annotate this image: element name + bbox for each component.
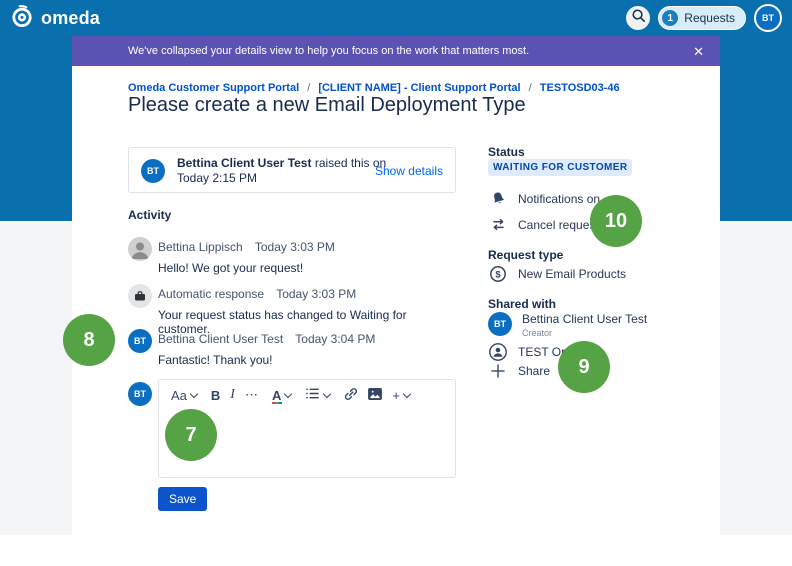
comment-author: Bettina Lippisch (158, 240, 243, 254)
comment-meta: Bettina Lippisch Today 3:03 PM (158, 237, 456, 254)
activity-heading: Activity (128, 208, 171, 222)
request-type-value: New Email Products (518, 267, 626, 281)
requests-button[interactable]: 1 Requests (658, 6, 746, 30)
request-type-row: $ New Email Products (488, 265, 626, 283)
insert-image-button[interactable] (368, 388, 382, 403)
insert-more-button[interactable]: + (392, 388, 410, 403)
close-icon[interactable]: ✕ (693, 45, 704, 58)
comment-item: Bettina Lippisch Today 3:03 PM Hello! We… (128, 237, 456, 275)
comment-item: BT Bettina Client User Test Today 3:04 P… (128, 329, 456, 367)
breadcrumb-client-portal-link[interactable]: [CLIENT NAME] - Client Support Portal (318, 82, 520, 94)
breadcrumb-separator: / (307, 82, 310, 94)
comment-meta: Automatic response Today 3:03 PM (158, 284, 456, 301)
comment-author: Automatic response (158, 287, 264, 301)
chevron-down-icon (190, 390, 198, 398)
breadcrumb-separator: / (529, 82, 532, 94)
status-badge: WAITING FOR CUSTOMER (488, 159, 632, 176)
comment-meta: Bettina Client User Test Today 3:04 PM (158, 329, 456, 346)
page: omeda 1 Requests BT We've collapsed your… (0, 0, 792, 566)
comment-body: Hello! We got your request! (158, 261, 456, 275)
reporter-name: Bettina Client User Test (177, 156, 311, 170)
bell-icon (488, 191, 508, 206)
topbar-actions: 1 Requests BT (626, 4, 782, 32)
show-details-link[interactable]: Show details (375, 164, 443, 178)
share-label: Share (518, 364, 550, 378)
agent-photo-avatar (128, 237, 152, 261)
banner-message: We've collapsed your details view to hel… (128, 45, 693, 57)
status-heading: Status (488, 145, 525, 159)
swap-arrows-icon (488, 217, 508, 232)
notifications-toggle[interactable]: Notifications on (488, 191, 600, 206)
comment-author: Bettina Client User Test (158, 332, 283, 346)
creator-avatar: BT (488, 312, 512, 336)
brand-logo[interactable]: omeda (10, 4, 100, 33)
request-summary-card: BT Bettina Client User Test raised this … (128, 147, 456, 193)
image-icon (368, 388, 382, 403)
color-bar-icon (272, 402, 282, 404)
annotation-circle-7: 7 (165, 409, 217, 461)
creator-role: Creator (522, 328, 647, 338)
plus-icon (488, 364, 508, 378)
text-style-button[interactable]: Aa (171, 388, 197, 403)
annotation-circle-8: 8 (63, 314, 115, 366)
breadcrumb-portal-link[interactable]: Omeda Customer Support Portal (128, 82, 299, 94)
search-icon (631, 8, 646, 28)
comment-body: Fantastic! Thank you! (158, 353, 456, 367)
search-button[interactable] (626, 6, 650, 30)
requests-count-badge: 1 (662, 10, 678, 26)
customer-avatar: BT (128, 329, 152, 353)
comment-timestamp: Today 3:04 PM (295, 332, 375, 346)
request-type-heading: Request type (488, 248, 563, 262)
shared-with-heading: Shared with (488, 297, 556, 311)
dollar-circle-icon: $ (488, 265, 508, 283)
list-button[interactable] (305, 387, 330, 403)
link-button[interactable] (344, 387, 358, 404)
link-icon (344, 387, 358, 404)
user-avatar[interactable]: BT (754, 4, 782, 32)
comment-timestamp: Today 3:03 PM (276, 287, 356, 301)
page-title: Please create a new Email Deployment Typ… (128, 94, 526, 117)
main-content-card: We've collapsed your details view to hel… (72, 36, 720, 535)
annotation-circle-9: 9 (558, 341, 610, 393)
save-button[interactable]: Save (158, 487, 207, 511)
italic-button[interactable]: I (230, 387, 235, 403)
notifications-label: Notifications on (518, 192, 600, 206)
requests-label: Requests (684, 11, 735, 25)
reporter-avatar: BT (141, 159, 165, 183)
cancel-request-label: Cancel request (518, 218, 599, 232)
annotation-circle-10: 10 (590, 195, 642, 247)
omeda-logo-icon (10, 4, 34, 33)
bold-button[interactable]: B (211, 388, 220, 403)
collapse-details-banner: We've collapsed your details view to hel… (72, 36, 720, 66)
more-formatting-button[interactable]: ⋯ (245, 387, 258, 403)
svg-text:$: $ (495, 270, 501, 281)
breadcrumb: Omeda Customer Support Portal / [CLIENT … (128, 82, 620, 94)
creator-name: Bettina Client User Test (522, 312, 647, 326)
chevron-down-icon (403, 390, 411, 398)
chevron-down-icon (323, 390, 331, 398)
cancel-request-action[interactable]: Cancel request (488, 217, 599, 232)
automation-bot-icon (128, 284, 152, 308)
editor-user-avatar: BT (128, 382, 152, 406)
share-action[interactable]: Share (488, 364, 550, 378)
comment-timestamp: Today 3:03 PM (255, 240, 335, 254)
chevron-down-icon (284, 390, 292, 398)
bullet-list-icon (305, 387, 320, 403)
organization-icon (488, 342, 508, 362)
brand-name: omeda (41, 8, 100, 29)
shared-person-row: BT Bettina Client User Test Creator (488, 312, 647, 338)
top-navbar: omeda 1 Requests BT (0, 0, 792, 36)
breadcrumb-ticket-link[interactable]: TESTOSD03-46 (540, 82, 620, 94)
editor-toolbar: Aa B I ⋯ A (159, 380, 455, 410)
text-color-button[interactable]: A (272, 388, 291, 403)
